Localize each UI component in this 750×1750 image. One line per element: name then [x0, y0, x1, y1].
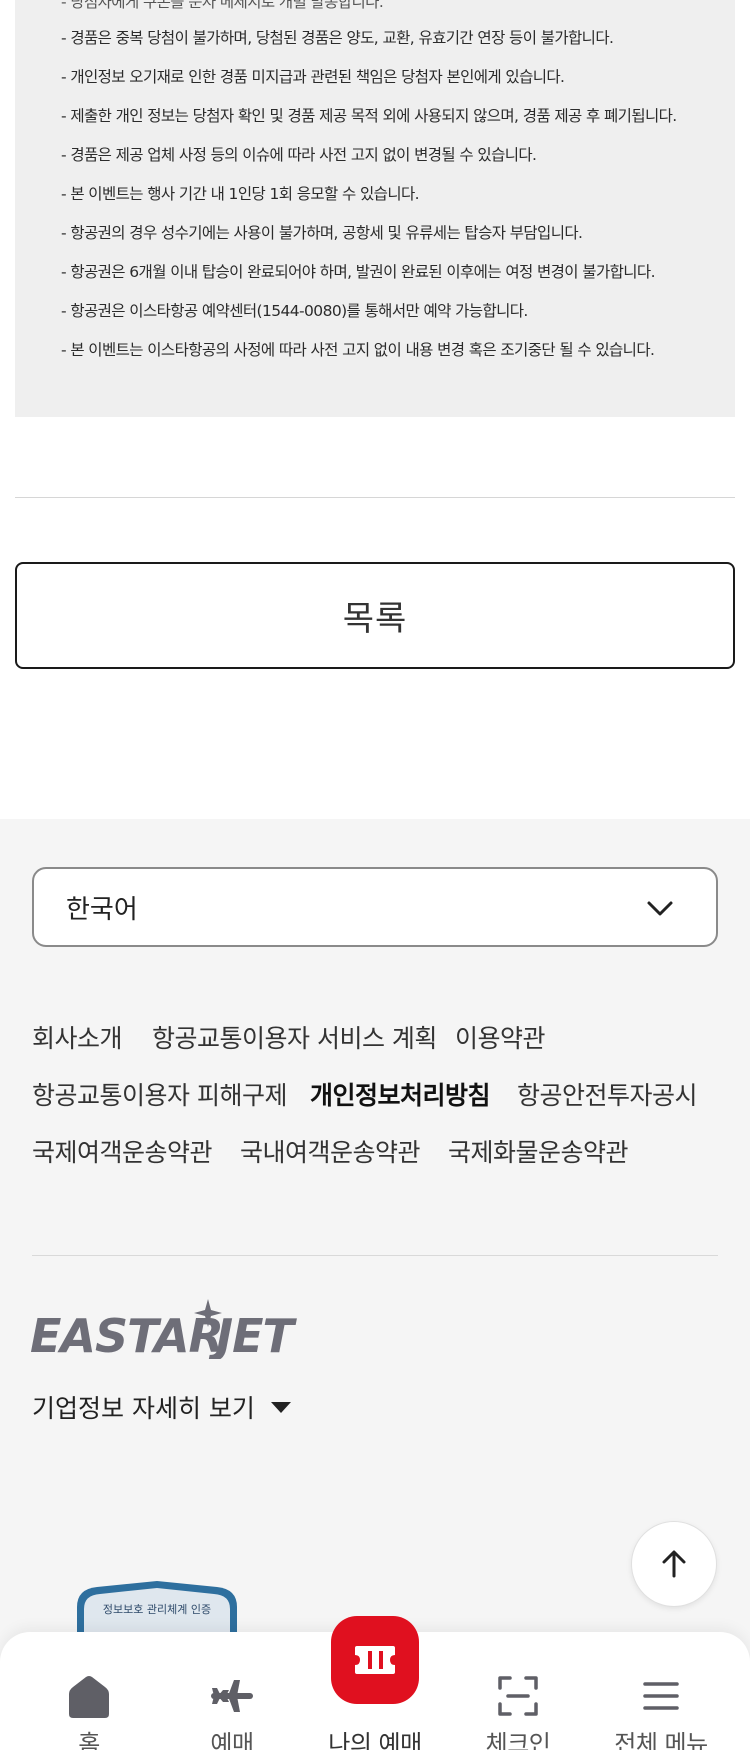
- notice-item: - 제출한 개인 정보는 당첨자 확인 및 경품 제공 목적 외에 사용되지 않…: [61, 107, 677, 125]
- nav-label: 전체 메뉴: [614, 1730, 708, 1750]
- notice-item-partial: - 당첨자에게 쿠폰을 문자 메세지로 개별 발송합니다.: [61, 0, 384, 11]
- nav-label: 예매: [210, 1730, 254, 1750]
- notice-item: - 항공권은 이스타항공 예약센터(1544-0080)를 통해서만 예약 가능…: [61, 302, 528, 320]
- nav-label: 체크인: [485, 1730, 551, 1750]
- notice-item: - 항공권의 경우 성수기에는 사용이 불가하며, 공항세 및 유류세는 탑승자…: [61, 224, 583, 242]
- list-button[interactable]: 목록: [15, 562, 735, 669]
- nav-item-all-menu[interactable]: 전체 메뉴: [586, 1632, 736, 1750]
- footer-link-safety-investment[interactable]: 항공안전투자공시: [517, 1076, 698, 1112]
- notice-item: - 본 이벤트는 행사 기간 내 1인당 1회 응모할 수 있습니다.: [61, 185, 420, 203]
- chevron-down-icon: [647, 901, 673, 916]
- footer-link-service-plan[interactable]: 항공교통이용자 서비스 계획: [152, 1019, 437, 1055]
- nav-item-my-booking[interactable]: 나의 예매: [300, 1616, 450, 1750]
- ticket-icon: [355, 1646, 395, 1674]
- notice-item: - 경품은 중복 당첨이 불가하며, 당첨된 경품은 양도, 교환, 유효기간 …: [61, 29, 614, 47]
- nav-label: 홈: [78, 1730, 100, 1750]
- company-info-toggle[interactable]: 기업정보 자세히 보기: [32, 1389, 291, 1425]
- airplane-icon: [211, 1680, 253, 1712]
- svg-text:JET: JET: [208, 1309, 298, 1359]
- svg-text:EASTAR: EASTAR: [30, 1309, 223, 1359]
- event-notice-box: - 당첨자에게 쿠폰을 문자 메세지로 개별 발송합니다. - 경품은 중복 당…: [15, 0, 735, 417]
- footer-link-domestic-passenger-terms[interactable]: 국내여객운송약관: [240, 1133, 421, 1169]
- scroll-to-top-button[interactable]: [631, 1521, 717, 1607]
- section-divider: [15, 497, 735, 498]
- language-select[interactable]: 한국어: [32, 867, 718, 947]
- footer-link-intl-cargo-terms[interactable]: 국제화물운송약관: [448, 1133, 629, 1169]
- footer-link-damage-relief[interactable]: 항공교통이용자 피해구제: [32, 1076, 287, 1112]
- notice-item: - 경품은 제공 업체 사정 등의 이슈에 따라 사전 고지 없이 변경될 수 …: [61, 146, 537, 164]
- caret-down-icon: [270, 1401, 291, 1413]
- home-icon: [69, 1676, 109, 1718]
- language-select-value: 한국어: [66, 894, 138, 925]
- menu-icon: [643, 1682, 679, 1710]
- footer-divider: [32, 1255, 718, 1256]
- notice-item: - 개인정보 오기재로 인한 경품 미지급과 관련된 책임은 당첨자 본인에게 …: [61, 68, 565, 86]
- scan-icon: [498, 1676, 538, 1716]
- footer-link-intl-passenger-terms[interactable]: 국제여객운송약관: [32, 1133, 213, 1169]
- company-info-toggle-label: 기업정보 자세히 보기: [32, 1394, 255, 1423]
- arrow-up-icon: [662, 1550, 686, 1578]
- bottom-navigation: 홈 예매 나의 예매 체크인 전체 메뉴: [0, 1616, 750, 1750]
- my-booking-highlight: [331, 1616, 419, 1704]
- footer-link-terms[interactable]: 이용약관: [455, 1019, 546, 1055]
- nav-item-booking[interactable]: 예매: [157, 1632, 307, 1750]
- footer-link-privacy-policy[interactable]: 개인정보처리방침: [310, 1076, 491, 1112]
- notice-item: - 본 이벤트는 이스타항공의 사정에 따라 사전 고지 없이 내용 변경 혹은…: [61, 341, 655, 359]
- footer: 한국어 회사소개 항공교통이용자 서비스 계획 이용약관 항공교통이용자 피해구…: [0, 819, 750, 1750]
- notice-item: - 항공권은 6개월 이내 탑승이 완료되어야 하며, 발권이 완료된 이후에는…: [61, 263, 656, 281]
- eastar-jet-logo: EASTAR JET: [30, 1299, 299, 1359]
- nav-item-home[interactable]: 홈: [14, 1632, 164, 1750]
- cert-badge-text: 정보보호 관리체계 인증: [103, 1603, 211, 1616]
- nav-item-checkin[interactable]: 체크인: [443, 1632, 593, 1750]
- footer-link-company[interactable]: 회사소개: [32, 1019, 123, 1055]
- nav-label: 나의 예매: [328, 1730, 422, 1750]
